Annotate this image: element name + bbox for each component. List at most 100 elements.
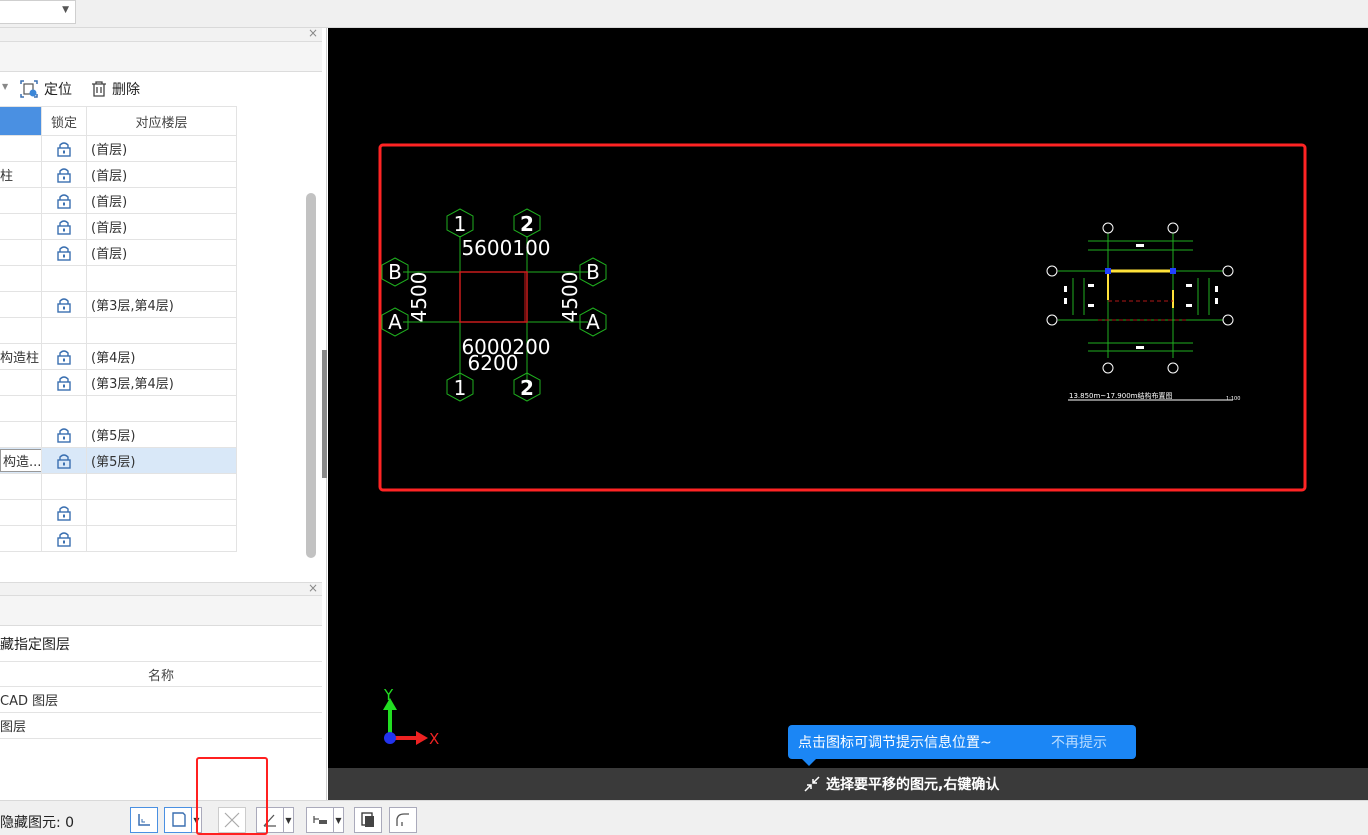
floor-cell[interactable] xyxy=(87,318,237,343)
structural-plan-thumbnail[interactable]: 13.850m~17.900m结构布置图 1:100 xyxy=(1046,222,1240,402)
panel-splitter[interactable] xyxy=(322,350,327,478)
floor-cell[interactable]: (首层) xyxy=(87,136,237,161)
layer-name-cell[interactable] xyxy=(0,188,42,213)
table-row[interactable] xyxy=(0,474,237,500)
table-row[interactable]: (第3层,第4层) xyxy=(0,292,237,318)
floor-cell[interactable] xyxy=(87,474,237,499)
lock-icon[interactable] xyxy=(55,530,73,548)
lock-icon[interactable] xyxy=(55,244,73,262)
layer-name-cell[interactable] xyxy=(0,292,42,317)
table-row[interactable] xyxy=(0,526,237,552)
floor-cell[interactable]: (首层) xyxy=(87,162,237,187)
hide-specified-layer-button[interactable]: 藏指定图层 xyxy=(0,634,70,654)
lock-cell[interactable] xyxy=(42,526,87,551)
lock-cell[interactable] xyxy=(42,370,87,395)
lock-cell[interactable] xyxy=(42,318,87,343)
table-row[interactable] xyxy=(0,500,237,526)
table-row[interactable]: 柱 (首层) xyxy=(0,162,237,188)
lock-cell[interactable] xyxy=(42,500,87,525)
table-row[interactable]: 构造柱 (第4层) xyxy=(0,344,237,370)
lock-icon[interactable] xyxy=(55,140,73,158)
delete-button[interactable]: 删除 xyxy=(90,78,140,100)
close-icon[interactable]: × xyxy=(308,26,318,40)
dimension-tool-button[interactable] xyxy=(306,807,334,833)
lock-icon[interactable] xyxy=(55,452,73,470)
cad-canvas[interactable]: 1 2 1 2 B A B A 5600100 6000200 6200 450… xyxy=(328,28,1368,768)
layer-name-cell[interactable] xyxy=(0,422,42,447)
layer-name-cell[interactable] xyxy=(0,266,42,291)
lock-cell[interactable] xyxy=(42,266,87,291)
list-item[interactable]: 图层 xyxy=(0,713,322,739)
floor-cell[interactable]: (第3层,第4层) xyxy=(87,370,237,395)
list-item[interactable]: CAD 图层 xyxy=(0,687,322,713)
tip-popup[interactable]: 点击图标可调节提示信息位置~ 不再提示 xyxy=(788,725,1136,766)
floor-cell[interactable]: (首层) xyxy=(87,214,237,239)
chevron-down-icon: ▼ xyxy=(335,815,342,825)
lock-cell[interactable] xyxy=(42,344,87,369)
angle-dropdown[interactable]: ▼ xyxy=(284,807,294,833)
lock-cell[interactable] xyxy=(42,240,87,265)
floor-cell[interactable]: (第4层) xyxy=(87,344,237,369)
layer-name-cell[interactable] xyxy=(0,370,42,395)
layer-name-cell[interactable]: 构造... xyxy=(0,448,42,473)
floor-cell[interactable] xyxy=(87,500,237,525)
table-row[interactable]: (首层) xyxy=(0,136,237,162)
table-row[interactable]: (第5层) xyxy=(0,422,237,448)
lock-cell[interactable] xyxy=(42,474,87,499)
layer-name-cell[interactable] xyxy=(0,396,42,421)
table-row[interactable] xyxy=(0,266,237,292)
floor-cell[interactable] xyxy=(87,266,237,291)
arc-tool-button[interactable] xyxy=(389,807,417,833)
layer-display-button[interactable] xyxy=(354,807,382,833)
table-row[interactable]: (第3层,第4层) xyxy=(0,370,237,396)
layer-name-cell[interactable] xyxy=(0,214,42,239)
layer-name-cell[interactable] xyxy=(0,526,42,551)
lock-cell[interactable] xyxy=(42,188,87,213)
floor-cell[interactable]: (首层) xyxy=(87,240,237,265)
table-row[interactable]: 构造... (第5层) xyxy=(0,448,237,474)
lock-cell[interactable] xyxy=(42,448,87,473)
lock-icon[interactable] xyxy=(55,504,73,522)
table-row[interactable]: (首层) xyxy=(0,240,237,266)
dont-show-again-link[interactable]: 不再提示 xyxy=(1051,732,1107,752)
layer-name-cell[interactable] xyxy=(0,136,42,161)
floor-cell[interactable]: (第5层) xyxy=(87,422,237,447)
object-snap-button[interactable] xyxy=(164,807,192,833)
lock-icon[interactable] xyxy=(55,374,73,392)
floor-cell[interactable]: (第3层,第4层) xyxy=(87,292,237,317)
orthogonal-mode-button[interactable] xyxy=(130,807,158,833)
floor-cell[interactable] xyxy=(87,526,237,551)
layer-name-cell[interactable]: 柱 xyxy=(0,162,42,187)
table-row[interactable] xyxy=(0,318,237,344)
lock-cell[interactable] xyxy=(42,396,87,421)
lock-cell[interactable] xyxy=(42,292,87,317)
locate-button[interactable]: 定位 xyxy=(18,78,72,100)
lock-icon[interactable] xyxy=(55,192,73,210)
lock-cell[interactable] xyxy=(42,214,87,239)
lock-cell[interactable] xyxy=(42,422,87,447)
lock-icon[interactable] xyxy=(55,218,73,236)
floor-cell[interactable]: (第5层) xyxy=(87,448,237,473)
chevron-down-icon[interactable]: ▼ xyxy=(2,82,8,91)
top-dropdown[interactable]: ▼ xyxy=(0,0,76,24)
layer-name-cell[interactable]: 构造柱 xyxy=(0,344,42,369)
layer-name-cell[interactable] xyxy=(0,500,42,525)
collapse-arrows-icon[interactable] xyxy=(802,774,822,794)
lock-cell[interactable] xyxy=(42,136,87,161)
floor-cell[interactable] xyxy=(87,396,237,421)
layer-name-cell[interactable] xyxy=(0,474,42,499)
table-row[interactable] xyxy=(0,396,237,422)
lock-icon[interactable] xyxy=(55,426,73,444)
table-row[interactable]: (首层) xyxy=(0,188,237,214)
lock-icon[interactable] xyxy=(55,296,73,314)
dimension-dropdown[interactable]: ▼ xyxy=(334,807,344,833)
lock-icon[interactable] xyxy=(55,166,73,184)
lock-icon[interactable] xyxy=(55,348,73,366)
layer-name-cell[interactable] xyxy=(0,318,42,343)
close-icon[interactable]: × xyxy=(308,581,318,595)
floor-cell[interactable]: (首层) xyxy=(87,188,237,213)
vertical-scrollbar[interactable] xyxy=(306,193,316,558)
layer-name-cell[interactable] xyxy=(0,240,42,265)
table-row[interactable]: (首层) xyxy=(0,214,237,240)
lock-cell[interactable] xyxy=(42,162,87,187)
